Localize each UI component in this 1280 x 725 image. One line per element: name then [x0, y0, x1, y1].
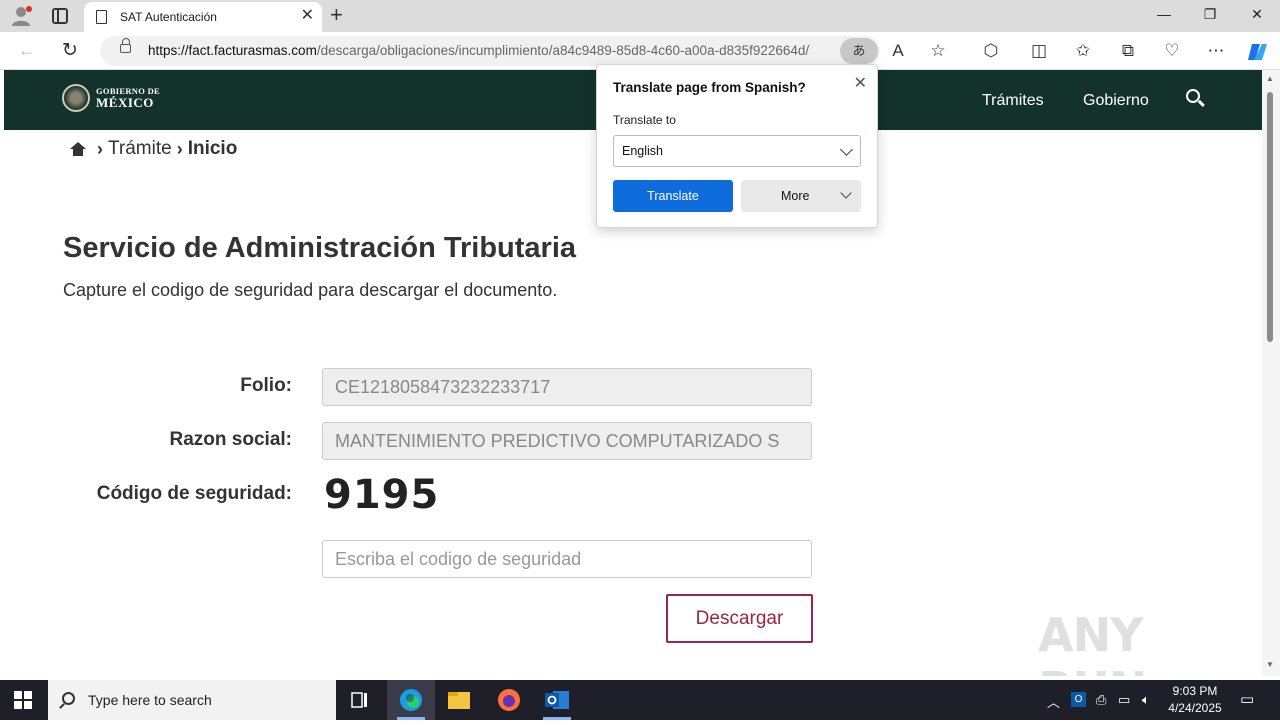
translate-popup-title: Translate page from Spanish?	[613, 80, 806, 95]
translate-popup: Translate page from Spanish? ✕ Translate…	[596, 64, 878, 228]
notifications-icon[interactable]: ▭	[1240, 690, 1254, 708]
tray-chevron-icon[interactable]: ︿	[1047, 692, 1060, 711]
translate-to-label: Translate to	[613, 113, 676, 127]
codigo-label: Código de seguridad:	[96, 483, 292, 504]
page-icon	[96, 10, 107, 24]
descargar-button[interactable]: Descargar	[666, 594, 813, 643]
more-button[interactable]: More	[741, 180, 861, 212]
edge-taskbar-icon[interactable]	[387, 680, 435, 720]
scrollbar-thumb[interactable]	[1267, 92, 1273, 342]
favorite-star-icon[interactable]: ☆	[927, 41, 949, 61]
browser-titlebar: SAT Autenticación ✕ + — ❐ ✕	[0, 0, 1280, 32]
tab-title: SAT Autenticación	[120, 10, 217, 24]
gov-seal-icon	[62, 84, 90, 112]
tab-close-icon[interactable]: ✕	[301, 8, 314, 24]
logo-text-bottom: MÉXICO	[96, 94, 154, 110]
language-select[interactable]: English	[613, 135, 861, 167]
chevron-down-icon	[840, 187, 852, 199]
nav-tramites[interactable]: Trámites	[982, 92, 1044, 110]
clock-date: 4/24/2025	[1168, 701, 1222, 715]
settings-more-icon[interactable]: ⋯	[1205, 41, 1227, 61]
breadcrumb-inicio: Inicio	[187, 138, 238, 159]
chevron-down-icon	[840, 143, 853, 156]
breadcrumb-separator: ›	[176, 138, 183, 159]
browser-essentials-icon[interactable]: ♡	[1161, 41, 1183, 61]
outlook-icon[interactable]	[533, 680, 581, 720]
scroll-up-icon[interactable]: ▲	[1266, 74, 1274, 83]
folio-field: CE1218058473232233717	[322, 368, 812, 406]
gobierno-logo[interactable]: GOBIERNO DE MÉXICO	[62, 84, 160, 112]
favorites-icon[interactable]: ✩	[1072, 41, 1094, 61]
anyrun-watermark: ANY RUN	[1038, 608, 1147, 676]
razon-social-field: MANTENIMIENTO PREDICTIVO COMPUTARIZADO S	[322, 422, 812, 460]
windows-taskbar: Type here to search ︿ O ⎙ ▭ 🔈︎ 9:03 PM 4…	[0, 680, 1280, 720]
windows-start-icon[interactable]	[14, 691, 32, 709]
tab-actions-icon[interactable]	[52, 8, 68, 24]
taskbar-search[interactable]: Type here to search	[48, 680, 336, 720]
breadcrumb: › Trámite › Inicio	[70, 138, 237, 160]
home-icon[interactable]	[70, 142, 86, 156]
clock-time: 9:03 PM	[1172, 684, 1218, 698]
restore-icon[interactable]: ❐	[1200, 6, 1220, 23]
search-icon	[62, 692, 75, 705]
close-icon[interactable]: ✕	[854, 73, 867, 93]
scroll-down-icon[interactable]: ▼	[1266, 660, 1274, 669]
profile-icon[interactable]	[10, 6, 32, 26]
taskbar-search-placeholder: Type here to search	[88, 692, 212, 708]
breadcrumb-separator: ›	[97, 138, 103, 159]
extensions-icon[interactable]: ⬡	[980, 41, 1002, 61]
razon-social-label: Razon social:	[169, 429, 292, 450]
task-view-icon[interactable]	[336, 680, 384, 720]
close-window-icon[interactable]: ✕	[1247, 6, 1267, 23]
page-title: Servicio de Administración Tributaria	[63, 232, 577, 264]
collections-icon[interactable]: ⧉	[1117, 41, 1139, 61]
new-tab-icon[interactable]: +	[330, 4, 343, 26]
split-screen-icon[interactable]: ◫	[1028, 41, 1050, 61]
breadcrumb-tramite[interactable]: Trámite	[108, 138, 172, 160]
volume-icon[interactable]: 🔈︎	[1142, 692, 1150, 708]
codigo-input[interactable]	[322, 540, 812, 578]
firefox-icon[interactable]	[485, 680, 533, 720]
copilot-icon[interactable]	[1246, 41, 1268, 63]
address-bar[interactable]: https://fact.facturasmas.com/descarga/ob…	[100, 36, 880, 66]
reload-icon[interactable]: ↻	[62, 39, 78, 62]
translate-button[interactable]: Translate	[613, 180, 733, 212]
taskbar-clock[interactable]: 9:03 PM 4/24/2025	[1162, 683, 1228, 717]
file-explorer-icon[interactable]	[435, 680, 483, 720]
nav-gobierno[interactable]: Gobierno	[1083, 92, 1149, 110]
read-aloud-icon[interactable]: A	[887, 41, 909, 61]
captcha-image: 9195	[324, 472, 440, 518]
folio-label: Folio:	[240, 375, 292, 396]
selected-language: English	[622, 144, 663, 158]
browser-tab[interactable]: SAT Autenticación ✕	[84, 2, 322, 32]
outlook-tray-icon[interactable]: O	[1071, 692, 1086, 707]
page-subtitle: Capture el codigo de seguridad para desc…	[63, 280, 558, 300]
page-scrollbar[interactable]: ▲ ▼	[1262, 70, 1280, 676]
lock-icon[interactable]	[120, 38, 131, 53]
minimize-icon[interactable]: —	[1154, 6, 1174, 22]
url-text[interactable]: https://fact.facturasmas.com/descarga/ob…	[148, 43, 838, 58]
more-button-label: More	[781, 189, 810, 203]
network-icon[interactable]: ▭	[1118, 692, 1130, 708]
search-icon[interactable]	[1186, 89, 1200, 103]
translate-icon[interactable]: あ	[840, 38, 878, 64]
meet-now-icon[interactable]: ⎙	[1096, 692, 1106, 708]
back-icon[interactable]: ←	[18, 40, 36, 61]
